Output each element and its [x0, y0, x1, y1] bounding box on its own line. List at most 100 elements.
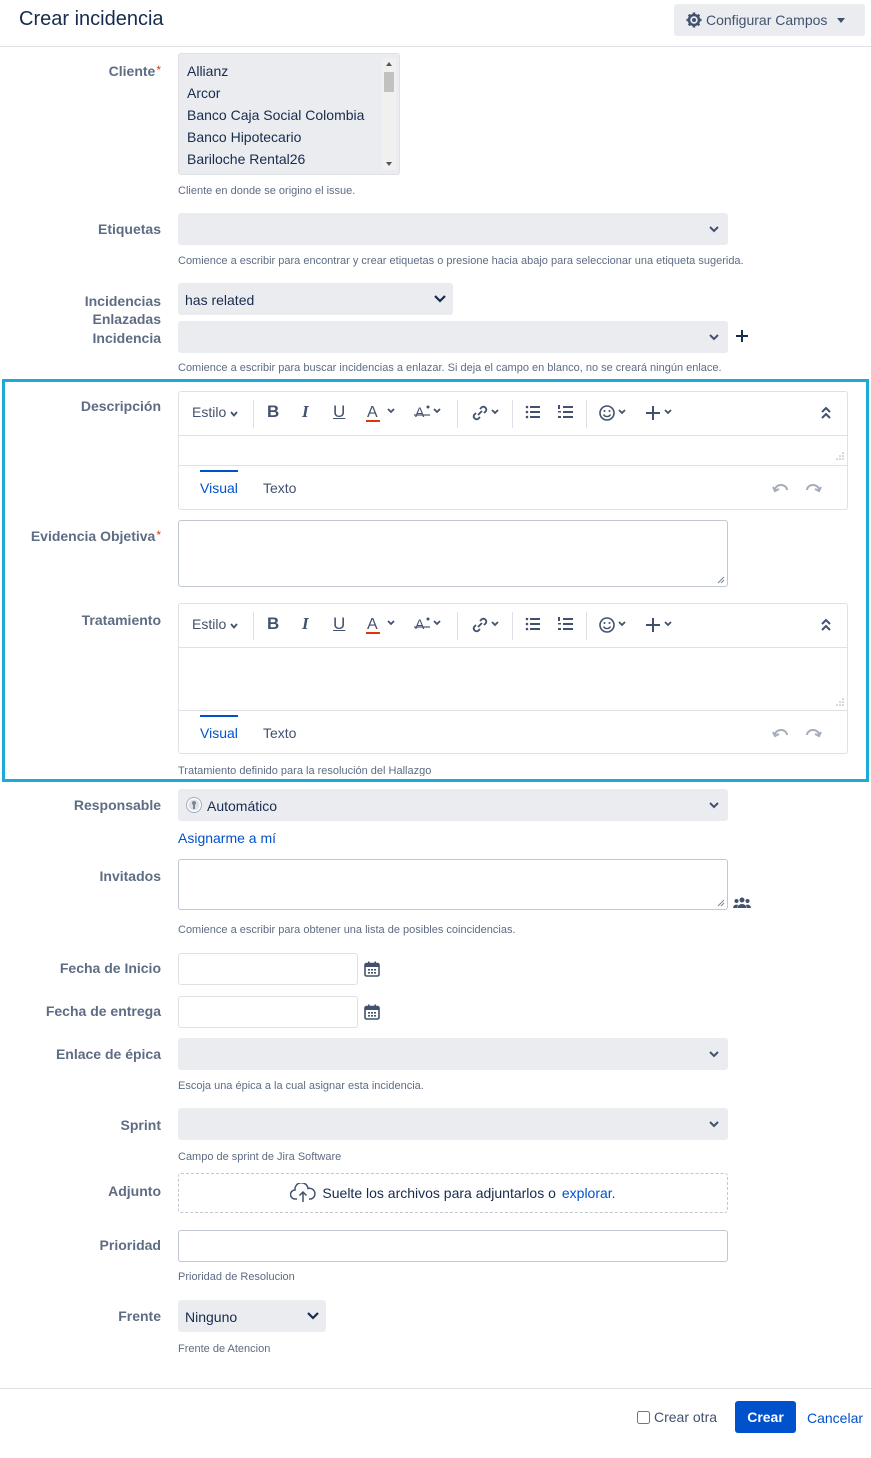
- text-color-icon[interactable]: A: [366, 402, 400, 424]
- resize-handle-icon[interactable]: [716, 898, 725, 907]
- prioridad-label: Prioridad: [99, 1237, 161, 1253]
- emoji-icon[interactable]: [598, 615, 630, 635]
- toolbar-divider: [457, 400, 458, 428]
- clear-format-icon[interactable]: A: [414, 614, 446, 636]
- italic-icon[interactable]: I: [302, 402, 309, 422]
- frente-label: Frente: [118, 1308, 161, 1324]
- cliente-listbox[interactable]: Allianz Arcor Banco Caja Social Colombia…: [178, 53, 400, 175]
- underline-icon[interactable]: U: [333, 402, 345, 422]
- calendar-icon[interactable]: [364, 961, 380, 977]
- issue-select[interactable]: [178, 321, 728, 353]
- resize-handle-icon[interactable]: [716, 575, 725, 584]
- tab-visual[interactable]: Visual: [200, 715, 238, 741]
- list-item[interactable]: Bariloche Rental26: [187, 151, 305, 167]
- style-dropdown[interactable]: Estilo: [192, 616, 238, 632]
- editor-toolbar: Estilo B I U A A: [179, 392, 847, 436]
- numbered-list-icon[interactable]: [558, 616, 574, 632]
- bold-icon[interactable]: B: [267, 402, 279, 422]
- svg-text:A: A: [415, 404, 425, 420]
- browse-link[interactable]: explorar.: [562, 1185, 616, 1201]
- user-group-icon[interactable]: [733, 896, 751, 910]
- cancel-link[interactable]: Cancelar: [807, 1410, 863, 1426]
- toolbar-divider: [253, 612, 254, 640]
- sprint-label: Sprint: [120, 1117, 161, 1133]
- prioridad-input[interactable]: [178, 1230, 728, 1262]
- text-color-icon[interactable]: A: [366, 614, 400, 636]
- link-icon[interactable]: [470, 615, 502, 635]
- emoji-icon[interactable]: [598, 403, 630, 423]
- invitados-textarea[interactable]: [178, 859, 728, 910]
- fecha-entrega-label: Fecha de entrega: [45, 1003, 161, 1019]
- create-button[interactable]: Crear: [735, 1401, 796, 1433]
- configure-fields-label: Configurar Campos: [706, 12, 828, 28]
- fecha-entrega-input[interactable]: [178, 996, 358, 1028]
- calendar-icon[interactable]: [364, 1004, 380, 1020]
- configure-fields-button[interactable]: Configurar Campos: [674, 4, 865, 36]
- style-dropdown[interactable]: Estilo: [192, 404, 238, 420]
- descripcion-editor[interactable]: Estilo B I U A A Visual Texto: [178, 391, 848, 510]
- sprint-select[interactable]: [178, 1108, 728, 1140]
- invitados-help: Comience a escribir para obtener una lis…: [178, 924, 516, 936]
- chevron-down-icon: [709, 800, 719, 810]
- chevron-down-icon: [434, 294, 446, 304]
- create-another-option[interactable]: Crear otra: [637, 1409, 717, 1425]
- list-item[interactable]: Banco Caja Social Colombia: [187, 107, 364, 123]
- resize-handle-icon[interactable]: [834, 696, 844, 706]
- list-item[interactable]: Banco Hipotecario: [187, 129, 301, 145]
- header-divider: [0, 46, 871, 47]
- sprint-help: Campo de sprint de Jira Software: [178, 1151, 342, 1163]
- attachment-dropzone[interactable]: Suelte los archivos para adjuntarlos o e…: [178, 1173, 728, 1213]
- link-type-select[interactable]: has related: [178, 283, 453, 315]
- bold-icon[interactable]: B: [267, 614, 279, 634]
- insert-plus-icon[interactable]: [645, 615, 677, 635]
- tab-visual[interactable]: Visual: [200, 470, 238, 496]
- insert-plus-icon[interactable]: [645, 403, 677, 423]
- resize-handle-icon[interactable]: [834, 450, 844, 460]
- tab-texto[interactable]: Texto: [263, 725, 296, 741]
- editor-toolbar: Estilo B I U A A: [179, 604, 847, 648]
- incidencia-label: Incidencia: [92, 330, 161, 346]
- tratamiento-label: Tratamiento: [81, 612, 161, 628]
- evidencia-textarea[interactable]: [178, 520, 728, 587]
- collapse-toolbar-icon[interactable]: [820, 618, 832, 632]
- etiquetas-select[interactable]: [178, 213, 728, 245]
- tab-texto[interactable]: Texto: [263, 480, 296, 496]
- etiquetas-help: Comience a escribir para encontrar y cre…: [178, 255, 744, 267]
- create-another-checkbox[interactable]: [637, 1410, 650, 1424]
- numbered-list-icon[interactable]: [558, 404, 574, 420]
- fecha-inicio-label: Fecha de Inicio: [59, 960, 161, 976]
- etiquetas-label: Etiquetas: [97, 221, 161, 237]
- redo-icon[interactable]: [804, 482, 822, 494]
- collapse-toolbar-icon[interactable]: [820, 406, 832, 420]
- bullet-list-icon[interactable]: [525, 616, 541, 632]
- italic-icon[interactable]: I: [302, 614, 309, 634]
- list-item[interactable]: Allianz: [187, 63, 228, 79]
- gear-icon: [686, 12, 702, 28]
- tratamiento-editor[interactable]: Estilo B I U A A Visual Texto: [178, 603, 848, 754]
- editor-tabbar: Visual Texto: [179, 465, 847, 509]
- adjunto-label: Adjunto: [108, 1183, 161, 1199]
- clear-format-icon[interactable]: A: [414, 402, 446, 424]
- redo-icon[interactable]: [804, 727, 822, 739]
- fecha-inicio-input[interactable]: [178, 953, 358, 985]
- bullet-list-icon[interactable]: [525, 404, 541, 420]
- assign-to-me-link[interactable]: Asignarme a mí: [178, 830, 276, 846]
- cloud-upload-icon: [290, 1183, 317, 1203]
- responsable-select[interactable]: Automático: [178, 789, 728, 821]
- underline-icon[interactable]: U: [333, 614, 345, 634]
- cliente-help: Cliente en donde se origino el issue.: [178, 185, 356, 197]
- undo-icon[interactable]: [772, 482, 790, 494]
- listbox-scrollbar[interactable]: [382, 58, 396, 170]
- toolbar-divider: [253, 400, 254, 428]
- list-item[interactable]: Arcor: [187, 85, 220, 101]
- undo-icon[interactable]: [772, 727, 790, 739]
- caret-down-icon: [837, 17, 846, 23]
- add-link-button[interactable]: [734, 328, 750, 344]
- epica-select[interactable]: [178, 1038, 728, 1070]
- link-icon[interactable]: [470, 403, 502, 423]
- frente-value: Ninguno: [185, 1309, 238, 1325]
- tratamiento-help: Tratamiento definido para la resolución …: [178, 765, 432, 776]
- dropzone-text: Suelte los archivos para adjuntarlos o: [322, 1185, 556, 1201]
- frente-select[interactable]: Ninguno: [178, 1300, 326, 1332]
- toolbar-divider: [512, 612, 513, 640]
